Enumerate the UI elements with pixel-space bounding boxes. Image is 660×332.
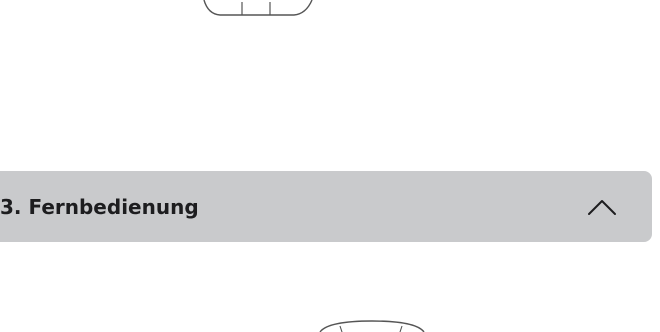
device-outline-illustration [203, 0, 313, 16]
product-page: 3. Fernbedienung [0, 0, 660, 332]
remote-outline-illustration [319, 320, 425, 332]
chevron-up-icon[interactable] [586, 197, 618, 217]
section-remote-control-header[interactable]: 3. Fernbedienung [0, 171, 652, 242]
section-title: 3. Fernbedienung [0, 194, 199, 219]
